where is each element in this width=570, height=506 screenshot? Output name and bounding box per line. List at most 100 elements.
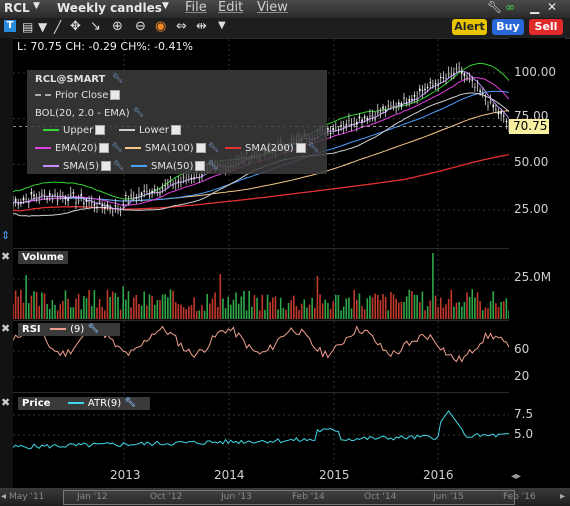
minimize-icon[interactable]: ▁ [530,0,539,14]
candle-body [193,177,195,179]
close-volume-pane-icon[interactable]: ✖ [1,250,10,263]
volume-bar [227,296,229,319]
legend-bol[interactable]: BOL(20, 2.0 - EMA) 🔧︎ [35,108,144,119]
legend-lower[interactable]: Lower [119,125,183,136]
menu-edit[interactable]: Edit [218,0,243,15]
price-axis[interactable]: 100.00 75.00 50.00 25.00 70.75 [509,38,565,246]
crosshair-icon[interactable]: ✥ [70,19,81,34]
timeline-right-arrow-icon[interactable]: ▸ [560,491,565,502]
close-atr-pane-icon[interactable]: ✖ [1,396,10,409]
text-tool-icon[interactable]: T [4,20,16,32]
candle-body [421,90,424,92]
close-window-icon[interactable]: ✕ [547,0,557,14]
buy-button[interactable]: Buy [492,19,524,35]
filter-tool-icon[interactable]: ▼ [38,20,47,34]
candle-body [167,183,169,186]
pan-icon[interactable]: ⇔ [176,19,187,34]
candle-body [429,82,432,84]
alert-button[interactable]: Alert [452,19,487,35]
candle-body [198,177,201,179]
volume-bar [376,294,379,319]
sell-button[interactable]: Sell [529,19,563,35]
bol-wrench-icon[interactable]: 🔧︎ [133,109,144,118]
wrench-icon[interactable]: 🔧︎ [487,0,502,14]
left-strip [0,38,13,488]
legend-sma100[interactable]: SMA(100) 🔧︎ [125,143,219,154]
period-dropdown-icon[interactable]: ▼ [162,1,169,11]
ema20-checkbox[interactable] [99,143,110,153]
candle-body [27,202,30,204]
candle-body [345,124,348,126]
timeline-navigator[interactable]: ◂ May '11 Jan '12 Oct '12 Jun '13 Feb '1… [0,488,570,506]
legend-upper[interactable]: Upper [43,125,107,136]
symbol-dropdown-icon[interactable]: ▼ [33,1,40,11]
chart-toolbar: T ▤ ▼ ╱ ✥ ↘ ⊕ ⊖ ◉ ⇔ ⇹ ▼ Alert Buy Sell [0,18,570,39]
legend-sma200[interactable]: SMA(200) 🔧︎ [225,143,319,154]
pane-resize-icon[interactable]: ⇕ [1,229,10,242]
legend-prior-close[interactable]: Prior Close [35,90,122,101]
time-axis[interactable]: 2013 2014 2015 2016 [13,464,509,488]
legend-sma50[interactable]: SMA(50) 🔧︎ [131,161,219,172]
close-rsi-pane-icon[interactable]: ✖ [1,322,10,335]
candle-body [43,194,46,196]
candle-body [432,84,434,87]
volume-bar [379,300,382,319]
volume-bar [193,297,195,319]
volume-bar [382,293,384,319]
sma50-wrench-icon[interactable]: 🔧︎ [207,162,218,171]
candle-body [190,177,193,180]
candle-body [148,194,151,196]
volume-bar [130,307,132,319]
volume-bar [195,310,198,319]
candle-body [182,176,185,179]
prior-close-checkbox[interactable] [110,90,121,100]
period-selector[interactable]: Weekly candles [57,1,162,15]
more-tools-icon[interactable]: ▼ [218,20,226,31]
symbol-selector[interactable]: RCL [4,1,30,15]
sma100-wrench-icon[interactable]: 🔧︎ [208,144,219,153]
rsi-axis[interactable]: 60 20 [509,320,565,390]
atr-axis[interactable]: 7.5 5.0 [509,392,565,464]
lower-label: Lower [139,125,169,136]
atr-wrench-icon[interactable]: 🔧︎ [125,399,136,408]
lower-checkbox[interactable] [170,125,181,135]
sma5-wrench-icon[interactable]: 🔧︎ [113,162,124,171]
zoom-in-icon[interactable]: ⊕ [112,19,123,34]
cursor-icon[interactable]: ↘ [90,19,101,34]
price-tick: 100.00 [514,65,556,79]
sma100-checkbox[interactable] [195,143,206,153]
timeline-left-arrow-icon[interactable]: ◂ [1,491,6,502]
bars-tool-icon[interactable]: ▤ [22,20,33,34]
menu-view[interactable]: View [257,0,288,15]
volume-pane[interactable] [13,248,509,319]
volume-bar [447,298,450,319]
fit-icon[interactable]: ⇹ [196,19,207,34]
target-icon[interactable]: ◉ [155,19,166,34]
candle-body [54,193,56,196]
candle-body [505,121,508,123]
upper-checkbox[interactable] [95,125,106,135]
sma50-checkbox[interactable] [195,161,206,171]
menu-file[interactable]: File [185,0,207,15]
volume-bar [33,291,35,319]
sma200-checkbox[interactable] [295,143,306,153]
sma200-wrench-icon[interactable]: 🔧︎ [308,144,319,153]
draw-line-icon[interactable]: ╱ [54,20,61,34]
candle-body [101,204,104,207]
sma5-checkbox[interactable] [100,161,111,171]
volume-axis[interactable]: 25.0M [509,248,565,318]
volume-bar [403,302,405,319]
volume-bar [426,306,429,319]
volume-chart[interactable] [13,249,509,319]
zoom-out-icon[interactable]: ⊖ [135,19,146,34]
rsi-wrench-icon[interactable]: 🔧︎ [88,325,99,334]
link-icon[interactable]: ∞ [505,0,515,14]
scroll-end-icon[interactable]: ◂▸ [511,471,521,482]
candle-body [33,194,35,197]
legend-ema20[interactable]: EMA(20) 🔧︎ [35,143,123,154]
legend-title-wrench-icon[interactable]: 🔧︎ [112,75,123,84]
volume-bar [88,290,90,319]
legend-sma5[interactable]: SMA(5) 🔧︎ [43,161,124,172]
candle-body [93,204,96,206]
ema20-wrench-icon[interactable]: 🔧︎ [111,144,122,153]
